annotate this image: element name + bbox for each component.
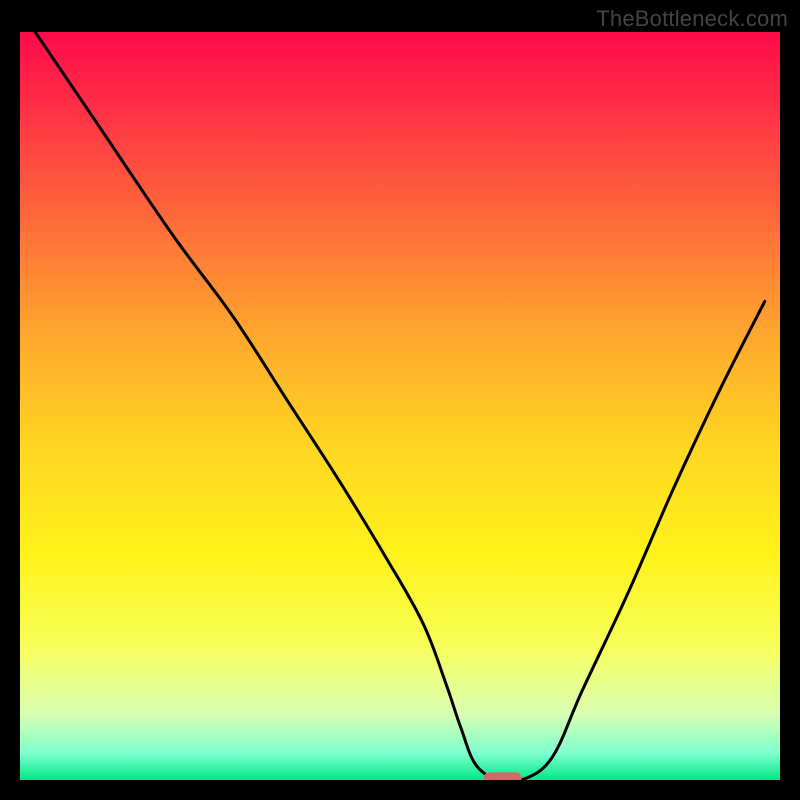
plot-area	[20, 32, 780, 780]
background-gradient	[20, 32, 780, 780]
chart-canvas: TheBottleneck.com	[0, 0, 800, 800]
watermark-text: TheBottleneck.com	[596, 6, 788, 32]
optimal-marker	[484, 772, 522, 780]
chart-svg	[20, 32, 780, 780]
